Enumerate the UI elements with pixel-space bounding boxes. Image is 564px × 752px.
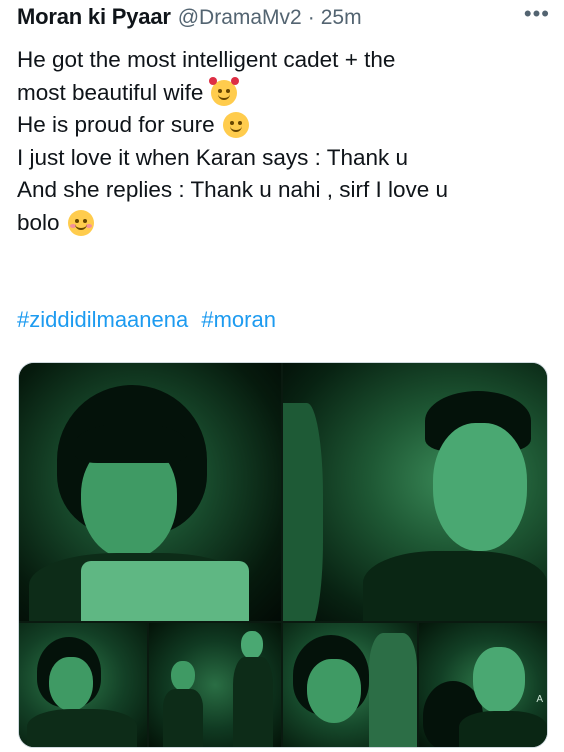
tweet-text: He got the most intelligent cadet + the … [17, 44, 557, 239]
hashtags: #ziddidilmaanena #moran [17, 307, 283, 333]
tweet-line-text: He got the most intelligent cadet + the [17, 47, 396, 72]
tweet-line-text: He is proud for sure [17, 112, 215, 137]
tweet-line-text: And she replies : Thank u nahi , sirf I … [17, 177, 449, 202]
tweet-line: He is proud for sure [17, 109, 557, 142]
photo-couple-holding-hands[interactable] [149, 623, 281, 747]
more-options-icon[interactable]: ••• [524, 1, 550, 27]
tweet-line-text: I just love it when Karan says : Thank u [17, 144, 409, 170]
photo-woman-closeup[interactable] [19, 363, 281, 621]
photo-man-closeup[interactable] [283, 363, 547, 621]
smiling-face-with-blush-icon [67, 209, 94, 236]
timestamp[interactable]: 25m [321, 6, 362, 30]
tweet-header: Moran ki Pyaar @DramaMv2 · 25m [17, 4, 554, 34]
tweet-line-text: most beautiful wife [17, 79, 204, 105]
photo-couple-closeup[interactable]: A [419, 623, 547, 747]
display-name[interactable]: Moran ki Pyaar [17, 4, 171, 30]
photo-woman-smiling[interactable] [283, 623, 417, 747]
photo-woman-small[interactable] [19, 623, 147, 747]
user-handle[interactable]: @DramaMv2 [178, 6, 302, 30]
edge-letter: A [536, 694, 543, 705]
smiling-face-with-hearts-icon [209, 76, 240, 106]
hashtag-link[interactable]: #moran [201, 307, 276, 332]
hashtag-link[interactable]: #ziddidilmaanena [17, 307, 188, 332]
tweet-line: He got the most intelligent cadet + the [17, 44, 557, 77]
media-grid[interactable]: A [18, 362, 548, 748]
tweet-line-text: bolo [17, 209, 60, 235]
tweet-line: I just love it when Karan says : Thank u [17, 142, 557, 175]
tweet-line: most beautiful wife [17, 76, 557, 110]
tweet-line: bolo [17, 207, 557, 240]
separator-dot: · [307, 6, 315, 29]
tweet-line: And she replies : Thank u nahi , sirf I … [17, 174, 557, 207]
smiling-face-icon [222, 112, 249, 139]
